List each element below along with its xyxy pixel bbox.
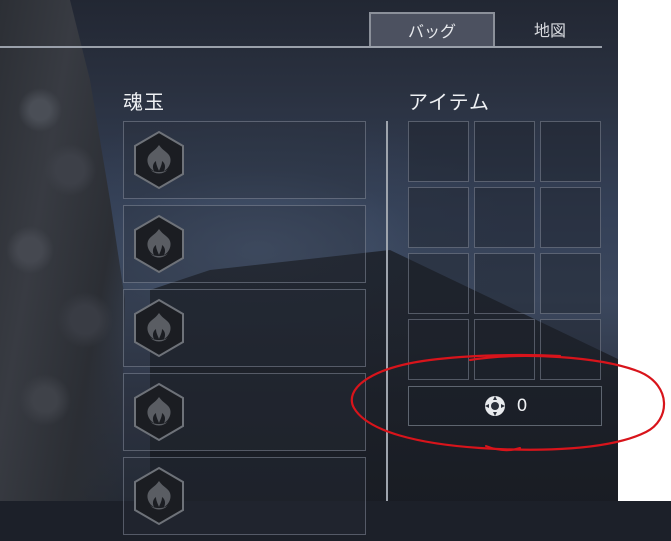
tab-map-label: 地図 bbox=[533, 21, 566, 40]
item-slot[interactable] bbox=[408, 319, 469, 380]
soul-orb-list bbox=[123, 121, 366, 541]
soul-orb-icon bbox=[134, 466, 184, 526]
section-divider bbox=[386, 121, 388, 501]
item-slot[interactable] bbox=[540, 187, 601, 248]
soul-orb-slot[interactable] bbox=[123, 205, 366, 283]
soul-orbs-heading: 魂玉 bbox=[123, 90, 165, 114]
currency-counter: 0 bbox=[408, 386, 602, 426]
item-slot[interactable] bbox=[540, 253, 601, 314]
item-slot[interactable] bbox=[408, 187, 469, 248]
sen-coin-icon bbox=[484, 396, 505, 416]
item-slot[interactable] bbox=[408, 253, 469, 314]
item-slot[interactable] bbox=[540, 121, 601, 182]
item-slot[interactable] bbox=[474, 319, 535, 380]
tab-bag-label: バッグ bbox=[407, 22, 456, 41]
item-grid bbox=[408, 121, 601, 380]
item-slot[interactable] bbox=[540, 319, 601, 380]
soul-orb-slot[interactable] bbox=[123, 457, 366, 535]
item-slot[interactable] bbox=[474, 253, 535, 314]
item-slot[interactable] bbox=[408, 121, 469, 182]
soul-orb-icon bbox=[134, 214, 184, 274]
tab-bag[interactable]: バッグ bbox=[369, 12, 495, 46]
soul-orb-icon bbox=[134, 382, 184, 442]
soul-orb-slot[interactable] bbox=[123, 373, 366, 451]
soul-orb-slot[interactable] bbox=[123, 121, 366, 199]
item-slot[interactable] bbox=[474, 121, 535, 182]
soul-orb-icon bbox=[134, 130, 184, 190]
item-slot[interactable] bbox=[474, 187, 535, 248]
soul-orb-slot[interactable] bbox=[123, 289, 366, 367]
currency-amount: 0 bbox=[516, 396, 528, 416]
soul-orb-icon bbox=[134, 298, 184, 358]
tree-trunk bbox=[0, 0, 125, 501]
tab-map[interactable]: 地図 bbox=[500, 12, 600, 46]
items-heading: アイテム bbox=[408, 90, 490, 114]
tab-underline bbox=[0, 46, 602, 48]
screen-edge bbox=[618, 0, 671, 501]
